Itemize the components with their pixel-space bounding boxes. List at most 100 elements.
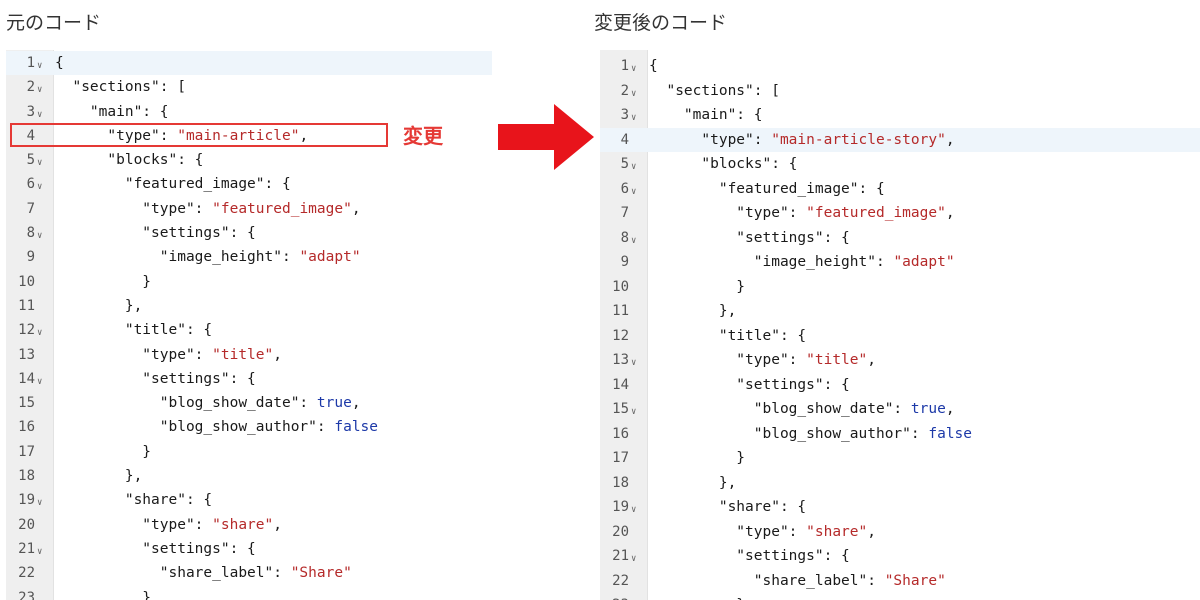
line-number: 1 [26, 55, 35, 71]
punct-token: , [867, 523, 876, 540]
string-token: "main-article-story" [771, 131, 946, 148]
code-line[interactable]: 19 ∨ "share": { [6, 488, 492, 512]
code-line[interactable]: 9 "image_height": "adapt" [600, 250, 1200, 275]
code-line[interactable]: 4 "type": "main-article-story", [600, 127, 1200, 153]
keyword-token: false [334, 419, 379, 436]
line-number: 21 [612, 548, 629, 564]
code-text: "type": "share", [55, 513, 282, 537]
modified-code-editor[interactable]: 1 ∨{2 ∨ "sections": [3 ∨ "main": {4 "type":… [600, 50, 1200, 600]
code-text: "featured_image": { [55, 172, 291, 196]
code-text: "settings": { [649, 373, 850, 398]
code-line[interactable]: 6 ∨ "featured_image": { [600, 177, 1200, 202]
code-text: "image_height": "adapt" [55, 245, 361, 269]
code-line[interactable]: 23 } [600, 593, 1200, 600]
punct-token: "share": { [55, 492, 213, 509]
line-number: 3 [620, 107, 629, 123]
code-text: "settings": { [55, 367, 256, 391]
code-text: "blog_show_date": true, [649, 397, 955, 422]
code-text: "type": "featured_image", [649, 201, 954, 226]
code-line[interactable]: 14 "settings": { [600, 373, 1200, 398]
punct-token: { [649, 58, 658, 74]
line-number: 9 [26, 249, 35, 266]
code-line[interactable]: 18 }, [6, 464, 492, 488]
code-text: "image_height": "adapt" [649, 250, 955, 275]
punct-token: "blog_show_date": [55, 395, 317, 412]
code-text: "settings": { [55, 537, 256, 561]
code-line[interactable]: 19 ∨ "share": { [600, 495, 1200, 520]
punct-token: "share_label": [649, 572, 885, 589]
code-line[interactable]: 22 "share_label": "Share" [600, 569, 1200, 594]
line-number: 14 [18, 370, 35, 387]
code-line[interactable]: 15 "blog_show_date": true, [6, 391, 492, 415]
code-line[interactable]: 1 ∨{ [600, 54, 1200, 79]
code-line[interactable]: 20 "type": "share", [600, 520, 1200, 545]
punct-token: "type": [55, 516, 213, 533]
code-line[interactable]: 17 } [600, 446, 1200, 471]
line-number: 8 [26, 225, 35, 242]
line-number: 12 [18, 322, 35, 339]
code-text: } [649, 593, 745, 600]
punct-token: "settings": { [649, 229, 850, 246]
code-line[interactable]: 13 ∨ "type": "title", [600, 348, 1200, 373]
code-line[interactable]: 12 "title": { [600, 324, 1200, 349]
line-number: 23 [18, 589, 35, 600]
code-line[interactable]: 6 ∨ "featured_image": { [6, 172, 492, 196]
code-line[interactable]: 5 ∨ "blocks": { [6, 148, 492, 172]
punct-token: }, [649, 474, 737, 491]
line-number: 6 [620, 180, 629, 197]
line-number: 8 [620, 229, 629, 246]
code-line[interactable]: 12 ∨ "title": { [6, 318, 492, 342]
code-line[interactable]: 15 ∨ "blog_show_date": true, [600, 397, 1200, 422]
line-number: 23 [600, 593, 629, 600]
code-line[interactable]: 14 ∨ "settings": { [6, 367, 492, 391]
code-line[interactable]: 8 ∨ "settings": { [6, 221, 492, 245]
code-line[interactable]: 16 "blog_show_author": false [6, 415, 492, 439]
string-token: "share" [212, 516, 274, 533]
code-line[interactable]: 17 } [6, 440, 492, 464]
code-line[interactable]: 10 } [6, 270, 492, 294]
code-line[interactable]: 7 "type": "featured_image", [6, 197, 492, 221]
code-line[interactable]: 8 ∨ "settings": { [600, 226, 1200, 251]
code-text: } [55, 586, 151, 600]
line-number: 22 [18, 565, 35, 582]
code-line[interactable]: 3 ∨ "main": { [600, 103, 1200, 128]
line-number: 20 [612, 523, 629, 540]
code-line[interactable]: 11 }, [6, 294, 492, 318]
code-line[interactable]: 20 "type": "share", [6, 513, 492, 537]
punct-token: , [351, 395, 361, 412]
code-line[interactable]: 2 ∨ "sections": [ [600, 79, 1200, 104]
code-line[interactable]: 1 ∨{ [6, 51, 492, 76]
code-line[interactable]: 18 }, [600, 471, 1200, 496]
code-line[interactable]: 22 "share_label": "Share" [6, 561, 492, 585]
code-line[interactable]: 7 "type": "featured_image", [600, 201, 1200, 226]
code-text: } [55, 440, 151, 464]
code-line[interactable]: 13 "type": "title", [6, 343, 492, 367]
code-line[interactable]: 9 "image_height": "adapt" [6, 245, 492, 269]
line-number: 17 [18, 443, 35, 460]
change-highlight-box [10, 123, 388, 147]
code-line[interactable]: 21 ∨ "settings": { [6, 537, 492, 561]
code-text: "type": "main-article-story", [649, 128, 954, 153]
line-number: 18 [18, 468, 35, 485]
punct-token: }, [649, 303, 737, 319]
code-text: "sections": [ [55, 75, 186, 99]
code-line[interactable]: 23 } [6, 586, 492, 600]
line-number: 21 [18, 540, 35, 557]
punct-token: "type": [55, 200, 213, 217]
line-number: 19 [612, 499, 629, 515]
code-line[interactable]: 16 "blog_show_author": false [600, 422, 1200, 447]
code-line[interactable]: 5 ∨ "blocks": { [600, 152, 1200, 177]
punct-token: "type": [649, 205, 807, 221]
punct-token: "sections": [ [649, 82, 780, 99]
code-line[interactable]: 2 ∨ "sections": [ [6, 75, 492, 99]
code-text: "blocks": { [55, 148, 203, 172]
line-number: 9 [620, 254, 629, 270]
punct-token: "settings": { [649, 548, 850, 564]
string-token: "featured_image" [806, 205, 946, 221]
code-line[interactable]: 21 ∨ "settings": { [600, 544, 1200, 569]
code-line[interactable]: 10 } [600, 275, 1200, 300]
line-number: 12 [612, 327, 629, 344]
code-line[interactable]: 11 }, [600, 299, 1200, 324]
punct-token: "settings": { [55, 370, 256, 387]
line-number: 10 [612, 278, 629, 295]
